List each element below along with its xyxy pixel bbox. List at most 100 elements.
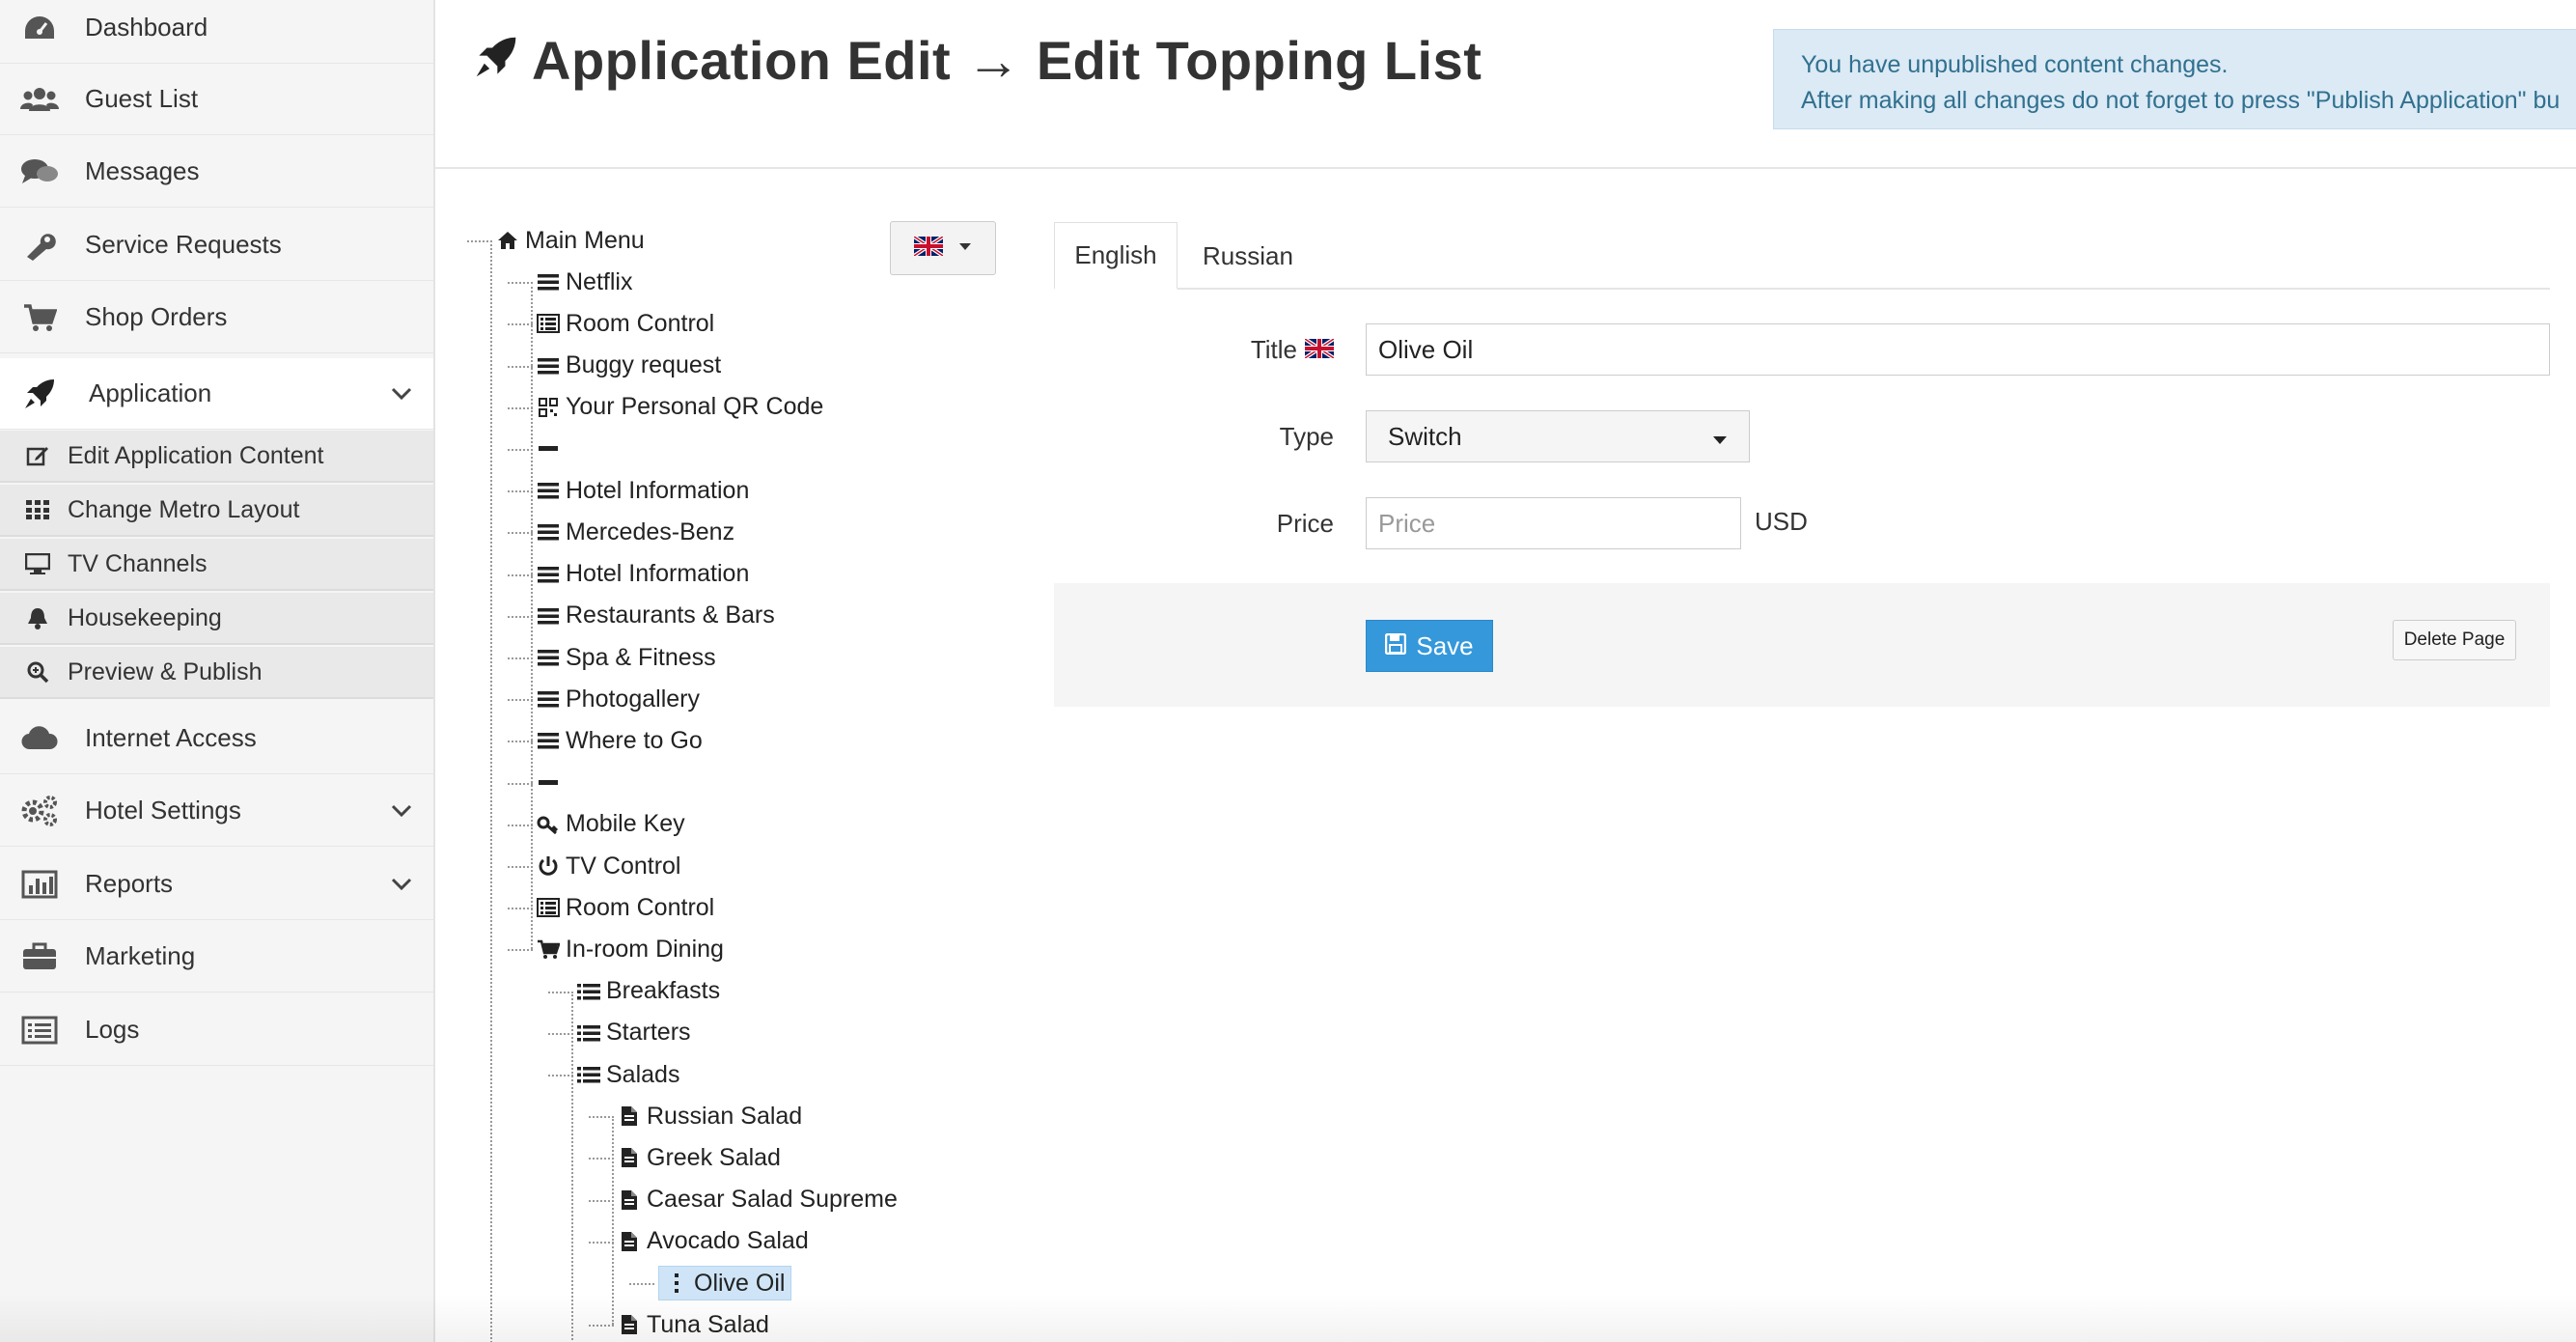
tree-node[interactable]: Hotel Information [537, 557, 749, 592]
tree-node[interactable]: Buggy request [537, 349, 721, 383]
subnav-preview-publish[interactable]: Preview & Publish [0, 647, 433, 699]
subnav-edit-application-content[interactable]: Edit Application Content [0, 431, 433, 483]
tree-connector [548, 1075, 573, 1076]
language-dropdown[interactable] [890, 221, 996, 275]
tree-node-label: Caesar Salad Supreme [647, 1186, 898, 1214]
nav-dashboard[interactable]: Dashboard [0, 0, 433, 64]
tree-connector [508, 866, 533, 868]
tree-node[interactable]: Your Personal QR Code [537, 390, 823, 425]
tree-connector [508, 699, 533, 702]
nav-marketing[interactable]: Marketing [0, 921, 433, 993]
tree-node[interactable]: Spa & Fitness [537, 640, 716, 675]
menu-tree: Main Menu Netflix Room Control Buggy reques… [467, 212, 1013, 1342]
alert-line-2: After making all changes do not forget t… [1801, 87, 2561, 114]
tree-node[interactable]: Greek Salad [618, 1140, 781, 1175]
nav-hotel-settings[interactable]: Hotel Settings [0, 775, 433, 847]
menu-icon [537, 607, 560, 625]
wrench-icon [19, 229, 60, 262]
tree-node[interactable]: Caesar Salad Supreme [618, 1183, 898, 1217]
qrcode-icon [537, 397, 560, 417]
users-icon [19, 83, 60, 116]
nav-label: Marketing [85, 941, 196, 970]
tree-node[interactable]: Hotel Information [537, 473, 749, 508]
save-button[interactable]: Save [1366, 620, 1493, 672]
uk-flag-icon [1303, 335, 1336, 365]
nav-internet-access[interactable]: Internet Access [0, 703, 433, 774]
nav-logs[interactable]: Logs [0, 994, 433, 1066]
tree-connector [508, 282, 533, 285]
cart-icon [19, 301, 60, 334]
tree-node[interactable]: Avocado Salad [618, 1224, 809, 1259]
nav-reports[interactable]: Reports [0, 849, 433, 920]
separator-icon [537, 446, 560, 452]
subnav-housekeeping[interactable]: Housekeeping [0, 593, 433, 645]
title-input[interactable]: Olive Oil [1366, 323, 2550, 376]
tab-russian[interactable]: Russian [1185, 222, 1311, 290]
tree-node[interactable]: Room Control [537, 890, 714, 925]
bar-chart-icon [19, 868, 60, 901]
nav-label: Reports [85, 869, 174, 898]
tree-connector [612, 1116, 614, 1326]
menu-icon [537, 273, 560, 291]
tree-connector [467, 240, 492, 242]
tree-connector [508, 406, 533, 409]
tree-node-label: Avocado Salad [647, 1227, 809, 1255]
tree-connector [508, 573, 533, 576]
tree-node-label: Salads [606, 1060, 680, 1088]
tree-node[interactable]: Restaurants & Bars [537, 599, 775, 633]
tree-node-label: In-room Dining [566, 935, 724, 963]
subnav-label: Change Metro Layout [68, 495, 300, 523]
tree-node[interactable]: In-room Dining [537, 932, 724, 966]
tree-node[interactable]: Russian Salad [618, 1099, 802, 1133]
tree-connector [548, 991, 573, 993]
tree-node[interactable]: Tuna Salad [618, 1307, 769, 1342]
nav-application[interactable]: Application [0, 358, 433, 430]
tree-node[interactable]: Room Control [537, 306, 714, 341]
tree-node[interactable]: Starters [577, 1016, 691, 1050]
type-select[interactable]: Switch [1366, 410, 1750, 462]
nav-label: Shop Orders [85, 302, 228, 331]
tree-node[interactable]: Main Menu [496, 223, 645, 258]
nav-shop-orders[interactable]: Shop Orders [0, 282, 433, 353]
tree-node[interactable]: Olive Oil [658, 1266, 792, 1300]
tree-node[interactable]: Where to Go [537, 723, 703, 758]
separator-icon [537, 779, 560, 786]
type-select-value: Switch [1388, 421, 1462, 451]
type-label: Type [1279, 421, 1334, 451]
tree-node[interactable]: Netflix [537, 265, 632, 299]
nav-label: Dashboard [85, 13, 208, 42]
tree-node-label: Spa & Fitness [566, 643, 716, 671]
tree-separator[interactable] [537, 432, 566, 466]
price-input[interactable]: Price [1366, 497, 1741, 549]
tree-separator[interactable] [537, 766, 566, 800]
chevron-down-icon [391, 381, 412, 406]
tab-english[interactable]: English [1054, 222, 1177, 290]
nav-label: Hotel Settings [85, 796, 241, 825]
tree-node-label: Mercedes-Benz [566, 517, 735, 545]
menu-icon [537, 357, 560, 375]
nav-messages[interactable]: Messages [0, 136, 433, 208]
nav-service-requests[interactable]: Service Requests [0, 210, 433, 281]
chevron-down-icon [391, 798, 412, 824]
tree-node[interactable]: Mobile Key [537, 807, 685, 842]
tree-node-label: Hotel Information [566, 560, 750, 588]
tree-node[interactable]: Mercedes-Benz [537, 515, 734, 549]
tree-node-label: Main Menu [525, 226, 645, 254]
list-alt-icon [537, 314, 560, 334]
nav-label: Messages [85, 156, 200, 185]
subnav-tv-channels[interactable]: TV Channels [0, 539, 433, 591]
tree-node[interactable]: Breakfasts [577, 974, 720, 1009]
tree-connector [508, 782, 533, 785]
tree-node[interactable]: TV Control [537, 849, 680, 883]
nav-guest-list[interactable]: Guest List [0, 64, 433, 135]
nav-label: Logs [85, 1015, 140, 1044]
save-button-label: Save [1416, 630, 1474, 660]
tree-node[interactable]: Salads [577, 1057, 679, 1092]
rocket-icon [19, 377, 60, 410]
subnav-change-metro-layout[interactable]: Change Metro Layout [0, 485, 433, 537]
grid-icon [23, 500, 52, 519]
tree-node-label: Netflix [566, 267, 633, 295]
tree-node[interactable]: Photogallery [537, 682, 700, 716]
key-icon [537, 815, 560, 834]
delete-page-button[interactable]: Delete Page [2393, 620, 2516, 660]
